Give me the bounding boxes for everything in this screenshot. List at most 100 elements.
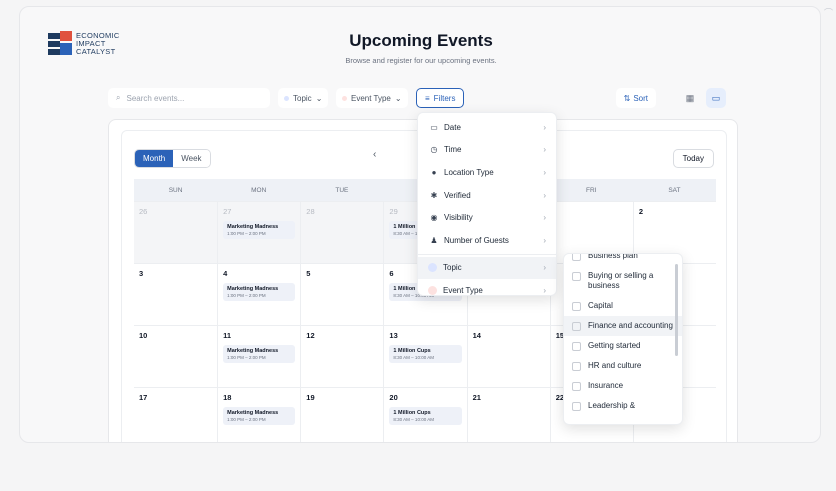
topic-option[interactable]: Insurance [564,376,682,396]
weekday-label: SUN [168,186,183,194]
event-chip[interactable]: Marketing Madness 1:00 PM – 2:00 PM [223,221,296,239]
day-number: 12 [306,331,315,340]
menu-item-label: Number of Guests [444,235,509,245]
day-number: 27 [223,207,232,216]
day-number: 26 [139,207,148,216]
month-view-tab[interactable]: Month [135,150,174,167]
topic-option[interactable]: Capital [564,296,682,316]
menu-item-topic[interactable]: Topic › [418,256,556,280]
topic-option[interactable]: Getting started [564,336,682,356]
event-title: Marketing Madness [227,224,279,230]
menu-item-time[interactable]: ◷ Time › [418,139,556,162]
day-cell[interactable]: 28 [300,202,384,263]
day-cell[interactable]: 5 [300,264,383,325]
day-number: 21 [472,393,481,402]
verified-icon: ✱ [430,190,438,200]
event-chip[interactable]: Marketing Madness 1:00 PM – 2:00 PM [223,345,296,363]
event-type-swatch-icon [428,285,437,295]
topic-option-label: Capital [588,301,613,310]
calendar-icon: ▭ [711,92,721,103]
day-cell[interactable]: 21 [466,388,550,442]
day-cell[interactable]: 27 Marketing Madness 1:00 PM – 2:00 PM [217,202,301,263]
chevron-right-icon: › [543,145,546,155]
submenu-scrollbar[interactable] [675,264,678,356]
toolbar: ⌕ Search events... Topic ⌄ Event Type ⌄ … [108,88,740,108]
event-time: 1:00 PM – 2:00 PM [227,231,266,236]
event-chip[interactable]: 1 Million Cups 8:30 AM – 10:00 AM [389,407,462,425]
topic-option[interactable]: Business plan [564,254,682,266]
day-cell[interactable]: 4 Marketing Madness 1:00 PM – 2:00 PM [217,264,300,325]
day-cell[interactable]: 14 [466,326,550,387]
topic-option[interactable]: HR and culture [564,356,682,376]
day-cell[interactable]: 11 Marketing Madness 1:00 PM – 2:00 PM [217,326,300,387]
day-cell[interactable]: 3 [134,264,217,325]
day-number: 28 [306,207,315,216]
checkbox[interactable] [572,402,581,411]
filters-button[interactable]: ≡ Filters [416,88,465,108]
today-button[interactable]: Today [672,149,714,168]
eye-icon: ◉ [430,213,438,223]
day-cell[interactable]: 10 [134,326,217,387]
menu-item-label: Verified [444,190,471,200]
day-number: 18 [223,393,232,402]
event-time: 8:30 AM – 10:00 AM [393,355,434,360]
menu-item-date[interactable]: ▭ Date › [418,116,556,139]
weekday-label: FRI [586,186,597,194]
week-view-tab[interactable]: Week [173,150,210,167]
topic-option-label: Leadership & [588,401,636,410]
menu-item-visibility[interactable]: ◉ Visibility › [418,206,556,229]
event-chip[interactable]: 1 Million Cups 8:30 AM – 10:00 AM [389,345,462,363]
search-icon: ⌕ [116,93,121,102]
calendar-view-button[interactable]: ▭ [706,88,726,108]
day-cell[interactable]: 17 [134,388,217,442]
menu-item-location-type[interactable]: ● Location Type › [418,161,556,184]
day-cell[interactable]: 12 [300,326,383,387]
checkbox[interactable] [572,382,581,391]
topic-option[interactable]: Buying or selling a business [564,266,682,296]
topic-filter-button[interactable]: Topic ⌄ [278,88,329,108]
weekday-label: TUE [335,186,349,194]
chevron-right-icon: › [543,235,546,245]
day-cell[interactable]: 26 [134,202,218,263]
day-cell[interactable]: 18 Marketing Madness 1:00 PM – 2:00 PM [217,388,300,442]
chevron-right-icon: › [543,122,546,132]
topic-option-label: Buying or selling a business [588,271,654,290]
event-type-filter-label: Event Type [351,93,391,103]
sort-button[interactable]: ⇅ Sort [615,88,656,108]
topic-submenu: Business plan Buying or selling a busines… [563,253,683,425]
event-chip[interactable]: Marketing Madness 1:00 PM – 2:00 PM [223,407,296,425]
day-cell[interactable]: 19 [300,388,383,442]
filters-menu: ▭ Date › ◷ Time › ● Location Type › ✱ Verified › ◉ Vi… [417,112,557,296]
chevron-right-icon: › [543,190,546,200]
menu-item-event-type[interactable]: Event Type › [418,279,556,302]
menu-item-number-of-guests[interactable]: ♟ Number of Guests › [418,229,556,252]
checkbox[interactable] [572,362,581,371]
grid-view-button[interactable]: ▦ [680,88,700,108]
event-type-filter-button[interactable]: Event Type ⌄ [336,88,408,108]
day-cell[interactable]: 13 1 Million Cups 8:30 AM – 10:00 AM [383,326,466,387]
day-number: 2 [638,207,644,216]
topic-option[interactable]: Leadership & [564,396,682,416]
menu-item-label: Date [444,122,461,132]
prev-month-icon[interactable]: ‹ [373,149,376,160]
event-title: Marketing Madness [227,286,279,292]
checkbox[interactable] [572,322,581,331]
checkbox[interactable] [572,254,581,261]
topic-option[interactable]: Finance and accounting [564,316,682,336]
topic-swatch-icon [428,263,437,273]
checkbox[interactable] [572,342,581,351]
event-time: 8:30 AM – 10:00 AM [393,417,434,422]
checkbox[interactable] [572,302,581,311]
view-toggle: Month Week [134,149,211,168]
chevron-down-icon: ⌄ [394,93,402,103]
menu-item-verified[interactable]: ✱ Verified › [418,184,556,207]
page-subtitle: Browse and register for our upcoming eve… [345,56,497,65]
event-chip[interactable]: Marketing Madness 1:00 PM – 2:00 PM [223,283,296,301]
topic-option-label: Getting started [588,341,641,350]
sort-label: Sort [633,93,648,103]
app-frame: ECONOMIC IMPACT CATALYST Upcoming Events… [19,6,821,443]
chevron-right-icon: › [543,285,546,295]
search-input[interactable]: ⌕ Search events... [108,88,270,108]
day-cell[interactable]: 20 1 Million Cups 8:30 AM – 10:00 AM [383,388,466,442]
checkbox[interactable] [572,272,581,281]
